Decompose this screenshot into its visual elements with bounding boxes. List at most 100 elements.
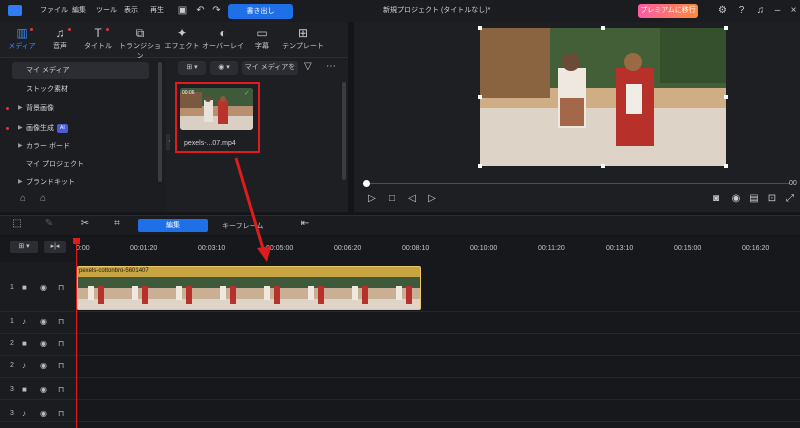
tab-keyframe[interactable]: キーフレーム (222, 221, 263, 231)
crop-icon[interactable]: ⌗ (110, 218, 124, 229)
resize-handle[interactable] (724, 95, 728, 99)
speaker-icon[interactable]: ◉ (40, 317, 47, 326)
tab-subtitle[interactable]: ▭ 字幕 (240, 26, 284, 51)
resize-handle[interactable] (724, 164, 728, 168)
expand-icon: ▶ (18, 105, 23, 111)
import-button[interactable]: ⊞ ▾ (178, 61, 206, 75)
ruler-tick: 00:06:20 (334, 245, 362, 252)
premium-button[interactable]: プレミアムに移行 (638, 4, 698, 18)
timeline-playhead[interactable] (76, 240, 77, 428)
sidebar-item-stock[interactable]: ストック素材 (12, 81, 149, 98)
resize-handle[interactable] (478, 164, 482, 168)
track-number: 1 (10, 318, 14, 325)
eye-icon[interactable]: ◉ (40, 283, 47, 292)
tab-transition[interactable]: ⧉ トランジション (118, 26, 162, 61)
transition-icon: ⧉ (135, 26, 145, 40)
tab-overlay[interactable]: ◐ オーバーレイ (201, 26, 245, 51)
split-icon[interactable]: ✂ (78, 218, 92, 229)
save-icon[interactable]: ▣ (176, 4, 189, 17)
more-icon[interactable]: ⋯ (326, 61, 336, 72)
preview-settings-icon[interactable]: ▤ (748, 193, 760, 204)
expand-icon: ▶ (18, 143, 23, 149)
app-logo (8, 5, 22, 16)
lock-icon[interactable]: ⊓ (58, 361, 64, 370)
tab-title[interactable]: T タイトル (76, 26, 120, 51)
add-folder-icon[interactable]: ⌂ (20, 193, 26, 204)
close-icon[interactable]: × (787, 4, 800, 17)
minimize-icon[interactable]: – (771, 4, 784, 17)
next-frame-icon[interactable]: ▷ (426, 193, 438, 204)
eye-icon[interactable]: ◉ (40, 385, 47, 394)
playhead-handle[interactable] (73, 238, 80, 244)
remove-folder-icon[interactable]: ⌂ (40, 193, 46, 204)
sidebar-item-my-project[interactable]: マイ プロジェクト (12, 156, 149, 173)
lock-icon[interactable]: ⊓ (58, 409, 64, 418)
snapshot-icon[interactable]: ◙ (710, 193, 722, 204)
speaker-icon[interactable]: ◉ (40, 409, 47, 418)
snap-button[interactable]: ▸|◂ (44, 241, 66, 253)
zoom-fit-icon[interactable]: ⊡ (766, 193, 778, 204)
record-button[interactable]: ◉ ▾ (210, 61, 238, 75)
select-icon[interactable]: ⬚ (10, 218, 24, 229)
menu-play[interactable]: 再生 (150, 5, 164, 15)
menu-tools[interactable]: ツール (96, 5, 117, 15)
speaker-icon[interactable]: ◉ (40, 361, 47, 370)
eye-icon[interactable]: ◉ (40, 339, 47, 348)
resize-handle[interactable] (478, 26, 482, 30)
track-number: 2 (10, 340, 14, 347)
content-scrollbar[interactable] (342, 82, 346, 180)
add-track-button[interactable]: ⊞ ▾ (10, 241, 38, 253)
pen-icon[interactable]: ✎ (42, 218, 56, 229)
resize-handle[interactable] (601, 26, 605, 30)
quality-icon[interactable]: ◉ (730, 193, 742, 204)
settings-icon[interactable]: ⚙ (716, 4, 729, 17)
menu-file[interactable]: ファイル (40, 5, 68, 15)
menu-edit[interactable]: 編集 (72, 5, 86, 15)
playback-progress[interactable] (366, 183, 790, 184)
notification-icon[interactable]: ♫ (754, 4, 767, 17)
overlay-icon: ◐ (219, 26, 227, 40)
tab-effect[interactable]: ✦ エフェクト (160, 26, 204, 51)
play-icon[interactable]: ▷ (366, 193, 378, 204)
undo-icon[interactable]: ↶ (194, 4, 207, 17)
ai-badge: AI (57, 123, 68, 133)
sidebar-scrollbar[interactable] (158, 62, 162, 182)
resize-handle[interactable] (601, 164, 605, 168)
preview-image (480, 28, 726, 166)
sidebar-item-ai-image[interactable]: ▶ 画像生成 AI (6, 120, 149, 137)
video-track-icon: ■ (22, 283, 27, 292)
sidebar-item-brand-kit[interactable]: ▶ ブランドキット (12, 174, 149, 186)
ruler-tick: 00:16:20 (742, 245, 770, 252)
audio-track-icon: ♪ (22, 317, 26, 326)
lock-icon[interactable]: ⊓ (58, 339, 64, 348)
tab-template[interactable]: ⊞ テンプレート (281, 26, 325, 51)
sidebar-item-my-media[interactable]: マイ メディア (12, 62, 149, 79)
lock-icon[interactable]: ⊓ (58, 385, 64, 394)
title-icon: T (94, 26, 102, 40)
fullscreen-icon[interactable]: ⤢ (784, 193, 796, 204)
track-number: 2 (10, 362, 14, 369)
ruler-tick: 0:00 (76, 245, 90, 252)
lock-icon[interactable]: ⊓ (58, 283, 64, 292)
playhead-knob[interactable] (363, 180, 370, 187)
template-icon: ⊞ (297, 26, 309, 40)
media-filter-dropdown[interactable]: マイ メディアを (242, 61, 298, 75)
export-button[interactable]: 書き出し (228, 4, 293, 19)
preview-video[interactable] (480, 28, 726, 166)
menu-view[interactable]: 表示 (124, 5, 138, 15)
sidebar-item-backgrounds[interactable]: ▶ 背景画像 (6, 100, 149, 117)
sidebar-item-color-board[interactable]: ▶ カラー ボード (12, 138, 149, 155)
resize-handle[interactable] (724, 26, 728, 30)
lock-icon[interactable]: ⊓ (58, 317, 64, 326)
ruler-tick: 00:01:20 (130, 245, 158, 252)
filter-icon[interactable]: ▽ (304, 61, 312, 72)
export-frame-icon[interactable]: ⇤ (298, 218, 312, 229)
stop-icon[interactable]: □ (386, 193, 398, 204)
track-number: 3 (10, 410, 14, 417)
help-icon[interactable]: ? (735, 4, 748, 17)
prev-frame-icon[interactable]: ◁ (406, 193, 418, 204)
redo-icon[interactable]: ↷ (210, 4, 223, 17)
clip-name: pexels-cottonbro-5601407 (79, 268, 149, 274)
resize-handle[interactable] (478, 95, 482, 99)
tab-edit[interactable]: 編集 (138, 219, 208, 232)
